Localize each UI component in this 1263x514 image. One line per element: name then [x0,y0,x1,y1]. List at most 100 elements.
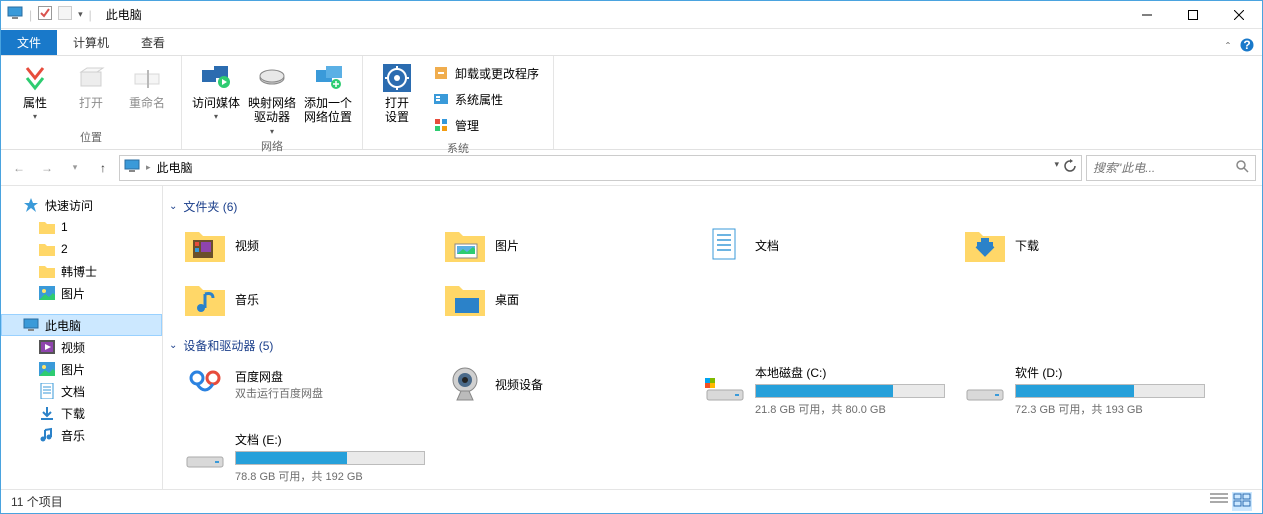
webcam-icon [445,364,485,404]
nav-qa-item[interactable]: 1 [1,216,162,238]
nav-pc-item[interactable]: 图片 [1,358,162,380]
ribbon-group-network: 访问媒体 ▾ 映射网络 驱动器 ▾ 添加一个 网络位置 网络 [182,56,363,149]
nav-recent-button[interactable]: ▾ [63,156,87,180]
status-bar: 11 个项目 [1,489,1262,513]
nav-back-button[interactable]: ← [7,156,31,180]
maximize-button[interactable] [1170,1,1216,29]
qat-blank-icon[interactable] [58,6,72,23]
search-input[interactable] [1093,161,1235,175]
nav-pc-item[interactable]: 文档 [1,380,162,402]
close-button[interactable] [1216,1,1262,29]
tab-computer[interactable]: 计算机 [57,30,125,55]
folder-pictures[interactable]: 图片 [441,221,691,269]
breadcrumb-sep: ▸ [146,162,151,173]
manage-button[interactable]: 管理 [429,114,543,136]
tab-file[interactable]: 文件 [1,30,57,55]
system-props-button[interactable]: 系统属性 [429,88,543,110]
videos-icon [39,339,55,355]
search-box[interactable] [1086,155,1256,181]
tile-label: 图片 [495,237,687,254]
manage-label: 管理 [455,117,479,134]
tile-label: 音乐 [235,291,427,308]
desktop-folder-icon [445,279,485,319]
nav-forward-button[interactable]: → [35,156,59,180]
media-icon [200,62,232,94]
refresh-icon[interactable] [1063,159,1077,176]
qat-divider: | [29,8,32,22]
map-drive-button[interactable]: 映射网络 驱动器 ▾ [244,60,300,136]
manage-icon [433,117,449,133]
add-location-icon [312,62,344,94]
nav-qa-item[interactable]: 图片 [1,282,162,304]
help-icon[interactable]: ? [1240,38,1254,55]
device-camera[interactable]: 视频设备 [441,360,691,408]
address-dropdown-icon[interactable]: ▾ [1054,159,1059,176]
nav-pc-item[interactable]: 视频 [1,336,162,358]
downloads-folder-icon [965,225,1005,265]
chevron-down-icon: ⌄ [169,201,177,212]
drive-c[interactable]: 本地磁盘 (C:) 21.8 GB 可用，共 80.0 GB [701,360,951,421]
folder-icon [39,219,55,235]
qat-dropdown-icon[interactable]: ▾ [78,9,83,20]
drive-name: 本地磁盘 (C:) [755,364,947,381]
nav-pc-item[interactable]: 音乐 [1,424,162,446]
drive-d[interactable]: 软件 (D:) 72.3 GB 可用，共 193 GB [961,360,1211,421]
nav-this-pc[interactable]: 此电脑 [1,314,162,336]
section-folders-header[interactable]: ⌄ 文件夹 (6) [169,194,1252,221]
nav-qa-item[interactable]: 2 [1,238,162,260]
nav-label: 视频 [61,339,85,356]
uninstall-button[interactable]: 卸载或更改程序 [429,62,543,84]
add-location-label: 添加一个 网络位置 [304,96,352,125]
open-button[interactable]: 打开 [63,60,119,127]
nav-pc-item[interactable]: 下载 [1,402,162,424]
open-settings-button[interactable]: 打开 设置 [369,60,425,138]
folder-desktop[interactable]: 桌面 [441,275,691,323]
qat-divider: | [89,8,92,22]
nav-quick-access[interactable]: 快速访问 [1,194,162,216]
nav-qa-item[interactable]: 韩博士 [1,260,162,282]
properties-button[interactable]: 属性 ▾ [7,60,63,127]
folder-documents[interactable]: 文档 [701,221,951,269]
access-media-button[interactable]: 访问媒体 ▾ [188,60,244,136]
device-baidu[interactable]: 百度网盘双击运行百度网盘 [181,360,431,408]
drive-capacity-bar [755,384,945,398]
drive-freespace: 21.8 GB 可用，共 80.0 GB [755,401,947,417]
open-label: 打开 [79,96,103,110]
tiles-view-icon[interactable] [1232,492,1252,511]
tile-label: 百度网盘 [235,368,427,385]
properties-label: 属性 [23,96,47,110]
music-folder-icon [185,279,225,319]
drive-icon [185,431,225,471]
map-drive-label: 映射网络 驱动器 [248,96,296,125]
uninstall-label: 卸载或更改程序 [455,65,539,82]
add-location-button[interactable]: 添加一个 网络位置 [300,60,356,136]
section-devices-header[interactable]: ⌄ 设备和驱动器 (5) [169,333,1252,360]
checkbox-icon[interactable] [38,6,52,23]
downloads-icon [39,405,55,421]
drive-e[interactable]: 文档 (E:) 78.8 GB 可用，共 192 GB [181,427,431,488]
properties-icon [19,62,51,94]
folder-downloads[interactable]: 下载 [961,221,1211,269]
search-icon[interactable] [1235,159,1249,176]
folder-icon [39,263,55,279]
dropdown-icon: ▾ [214,112,218,122]
tile-sublabel: 双击运行百度网盘 [235,385,427,401]
sysprops-label: 系统属性 [455,91,503,108]
nav-up-button[interactable]: ↑ [91,156,115,180]
minimize-button[interactable] [1124,1,1170,29]
tile-label: 桌面 [495,291,687,308]
breadcrumb[interactable]: 此电脑 [157,159,193,176]
address-box[interactable]: ▸ 此电脑 ▾ [119,155,1082,181]
tile-label: 下载 [1015,237,1207,254]
collapse-ribbon-icon[interactable]: ˆ [1226,40,1230,54]
nav-label: 快速访问 [45,197,93,214]
settings-icon [381,62,413,94]
chevron-down-icon: ⌄ [169,340,177,351]
details-view-icon[interactable] [1210,492,1228,511]
folder-videos[interactable]: 视频 [181,221,431,269]
group-label-location: 位置 [80,127,102,147]
rename-button[interactable]: 重命名 [119,60,175,127]
folder-music[interactable]: 音乐 [181,275,431,323]
tab-view[interactable]: 查看 [125,30,181,55]
open-icon [75,62,107,94]
